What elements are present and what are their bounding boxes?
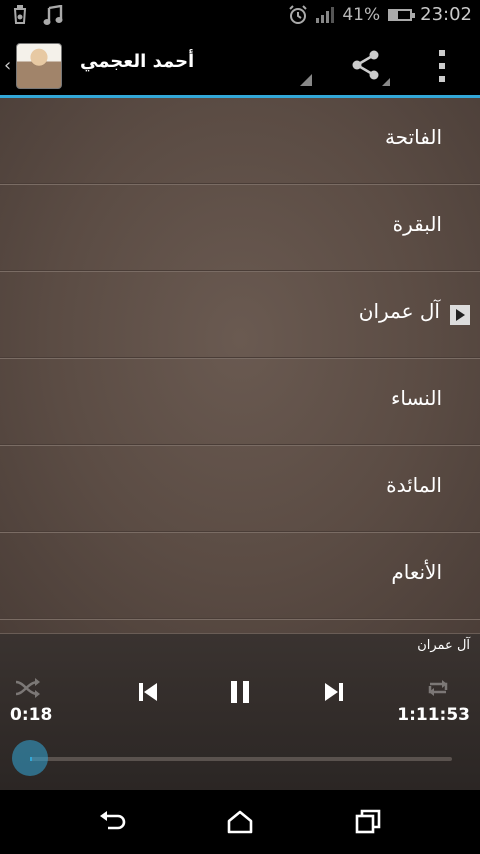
previous-icon[interactable] [134, 678, 162, 706]
pause-icon[interactable] [226, 678, 254, 706]
list-item[interactable]: النساء [0, 359, 480, 446]
recent-apps-icon[interactable] [352, 806, 384, 838]
surah-name: آل عمران [358, 299, 440, 323]
action-bar: ‹ أحمد العجمي [0, 33, 480, 98]
list-item[interactable]: الأنعام [0, 533, 480, 620]
shuffle-icon[interactable] [14, 674, 42, 702]
list-item[interactable]: المائدة [0, 446, 480, 533]
surah-name: البقرة [392, 212, 442, 236]
play-indicator-icon [450, 305, 470, 325]
battery-percent: 41% [342, 4, 381, 25]
seek-bar[interactable] [30, 757, 452, 761]
system-nav-bar [0, 790, 480, 854]
back-icon[interactable] [96, 806, 128, 838]
surah-list: الفاتحة البقرة آل عمران النساء المائدة ا… [0, 98, 480, 633]
total-time: 1:11:53 [397, 705, 470, 725]
now-playing-title: آل عمران [417, 638, 470, 653]
home-icon[interactable] [224, 806, 256, 838]
clock-time: 23:02 [420, 4, 472, 25]
status-bar: 41% 23:02 [0, 0, 480, 33]
avatar[interactable] [16, 43, 62, 89]
overflow-menu-icon[interactable] [430, 50, 454, 82]
surah-name: الفاتحة [384, 125, 442, 149]
reciter-title[interactable]: أحمد العجمي [80, 51, 194, 72]
surah-name: الأنعام [391, 560, 442, 584]
battery-fill [390, 10, 399, 19]
repeat-icon[interactable] [424, 674, 452, 702]
list-item-playing[interactable]: آل عمران [0, 272, 480, 359]
share-icon[interactable] [348, 47, 384, 83]
lantern-icon [13, 5, 27, 24]
elapsed-time: 0:18 [10, 705, 53, 725]
share-dropdown-indicator [382, 78, 390, 86]
list-item[interactable]: الفاتحة [0, 98, 480, 185]
seek-thumb[interactable] [12, 740, 48, 776]
signal-icon [316, 6, 335, 23]
list-item[interactable] [0, 620, 480, 633]
music-note-icon [43, 5, 63, 25]
battery-icon [388, 8, 416, 21]
reciter-dropdown-indicator [300, 74, 312, 86]
alarm-icon [289, 4, 308, 24]
next-icon[interactable] [320, 678, 348, 706]
media-player: آل عمران 0:18 1:11:53 [0, 633, 480, 791]
surah-name: النساء [390, 386, 442, 410]
chevron-left-icon[interactable]: ‹ [4, 55, 11, 76]
surah-name: المائدة [386, 473, 442, 497]
list-item[interactable]: البقرة [0, 185, 480, 272]
